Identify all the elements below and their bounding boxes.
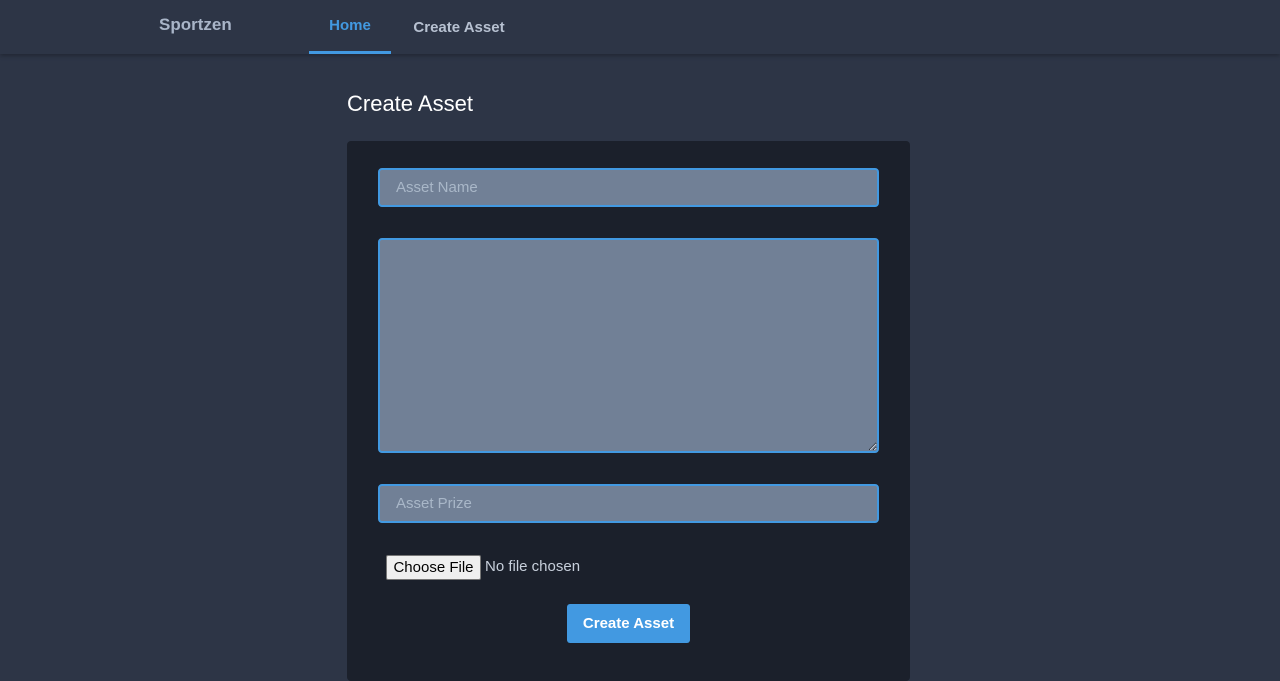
nav-item-home[interactable]: Home [309,0,391,54]
brand-logo[interactable]: Sportzen [159,15,232,35]
asset-name-input[interactable] [378,168,879,207]
create-asset-button[interactable]: Create Asset [567,604,690,643]
create-asset-form: Choose File No file chosen Create Asset [347,141,910,681]
asset-prize-input[interactable] [378,484,879,523]
page-title: Create Asset [347,91,473,116]
nav-item-create-asset-label: Create Asset [413,19,505,36]
choose-file-button[interactable]: Choose File [386,555,481,580]
asset-description-textarea[interactable] [378,238,879,453]
nav-item-create-asset[interactable]: Create Asset [407,0,511,54]
top-navbar: Sportzen Home Create Asset [0,0,1280,54]
nav-item-home-label: Home [329,17,371,34]
file-status-text: No file chosen [485,558,581,575]
